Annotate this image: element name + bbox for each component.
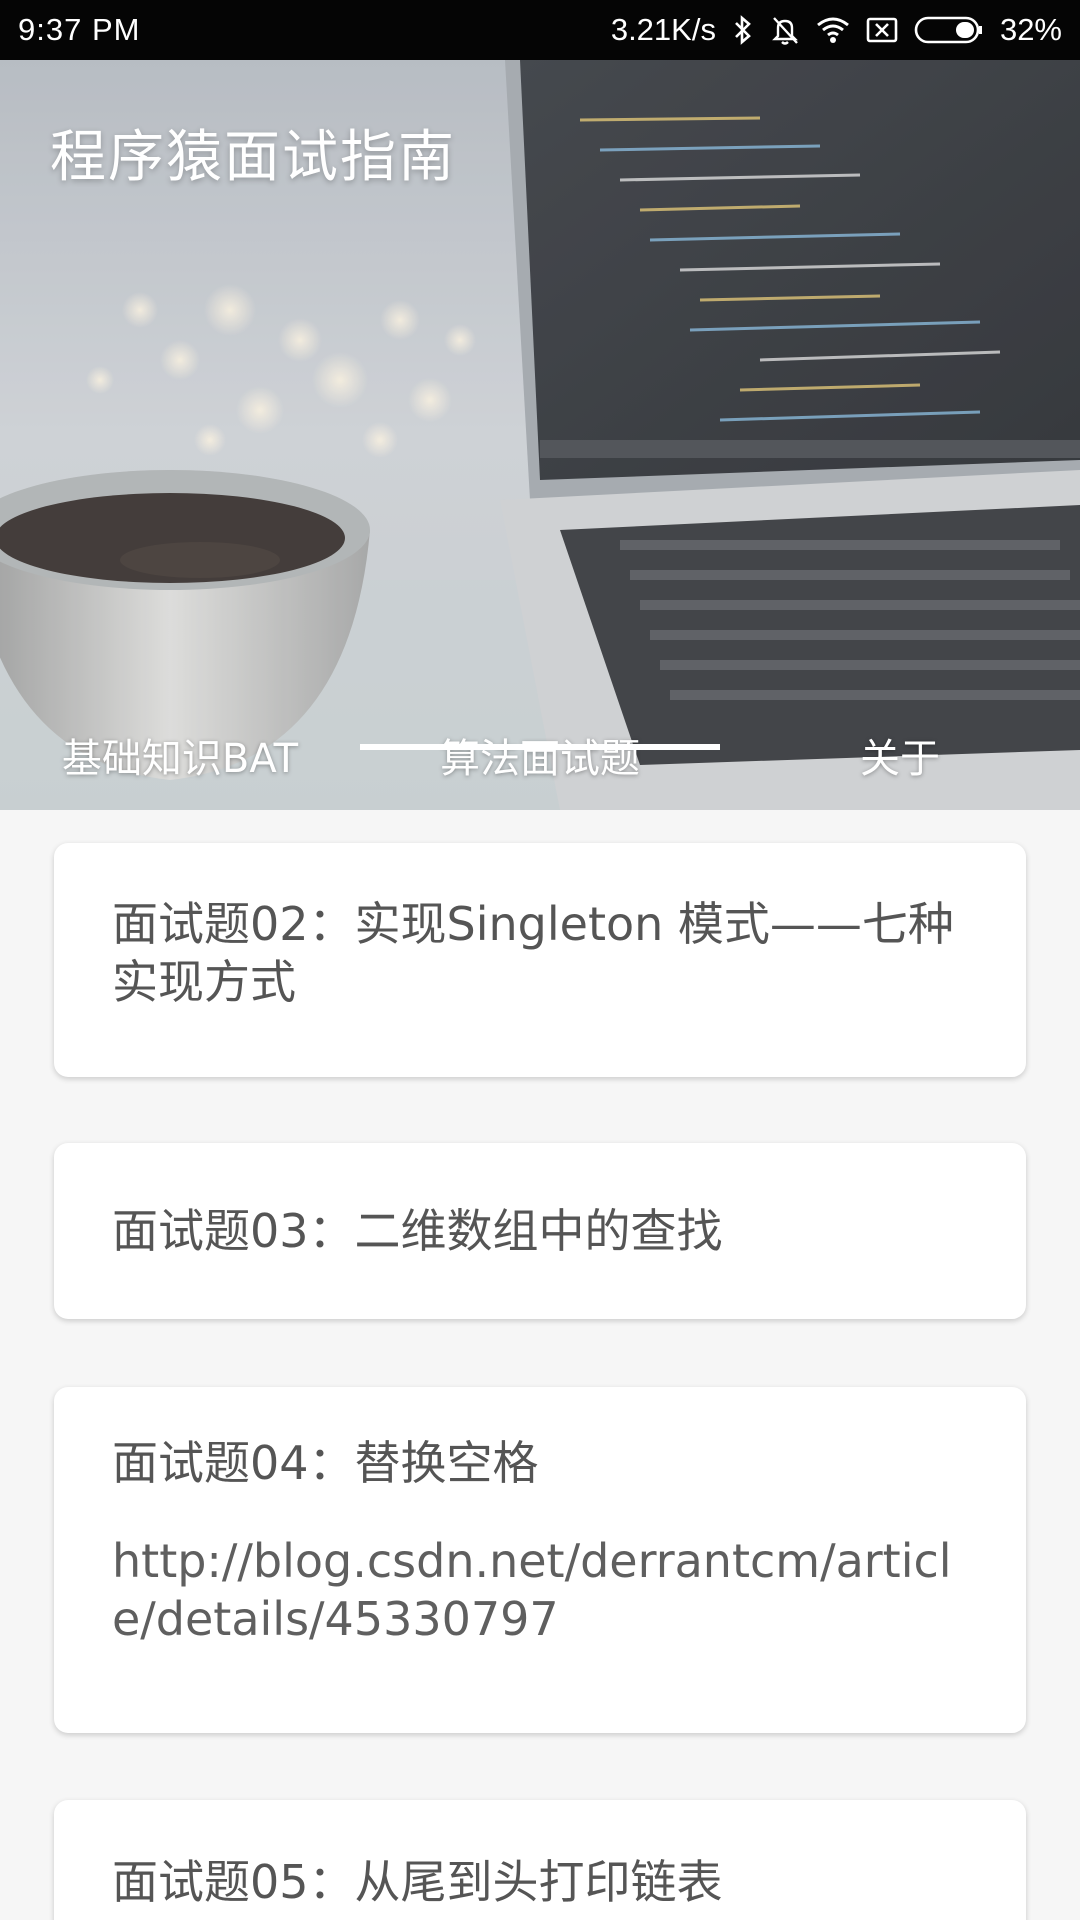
- card-title: 面试题05：从尾到头打印链表: [112, 1855, 723, 1909]
- tab-bar: 基础知识BAT 算法面试题 关于: [0, 700, 1080, 810]
- tab-selected-indicator: [360, 744, 720, 750]
- card-link[interactable]: http://blog.csdn.net/derrantcm/article/d…: [112, 1532, 968, 1648]
- status-icons: 3.21K/s 32%: [611, 12, 1062, 48]
- tab-algorithm-questions[interactable]: 算法面试题: [360, 700, 720, 810]
- battery-icon: [914, 15, 984, 45]
- battery-percent: 32%: [999, 12, 1062, 47]
- tab-basics[interactable]: 基础知识BAT: [0, 700, 360, 810]
- card-title: 面试题03：二维数组中的查找: [112, 1204, 723, 1258]
- wifi-icon: [816, 16, 850, 44]
- list-item[interactable]: 面试题03：二维数组中的查找: [54, 1143, 1026, 1319]
- tab-about[interactable]: 关于: [720, 700, 1080, 810]
- card-title: 面试题04：替换空格: [112, 1436, 539, 1490]
- card-title: 面试题02：实现Singleton 模式——七种实现方式: [112, 897, 954, 1009]
- list-item[interactable]: 面试题02：实现Singleton 模式——七种实现方式: [54, 843, 1026, 1077]
- app-title: 程序猿面试指南: [50, 125, 456, 190]
- status-bar: 9:37 PM 3.21K/s 32%: [0, 0, 1080, 60]
- bluetooth-icon: [732, 14, 754, 46]
- status-time: 9:37 PM: [18, 12, 141, 47]
- network-speed: 3.21K/s: [610, 12, 716, 47]
- question-list[interactable]: 面试题02：实现Singleton 模式——七种实现方式 面试题03：二维数组中…: [0, 810, 1080, 1920]
- app-header: 程序猿面试指南 基础知识BAT 算法面试题 关于: [0, 60, 1080, 810]
- list-item[interactable]: 面试题05：从尾到头打印链表: [54, 1800, 1026, 1920]
- list-item[interactable]: 面试题04：替换空格 http://blog.csdn.net/derrantc…: [54, 1387, 1026, 1733]
- mute-icon: [770, 14, 800, 46]
- sim-off-icon: [866, 16, 898, 44]
